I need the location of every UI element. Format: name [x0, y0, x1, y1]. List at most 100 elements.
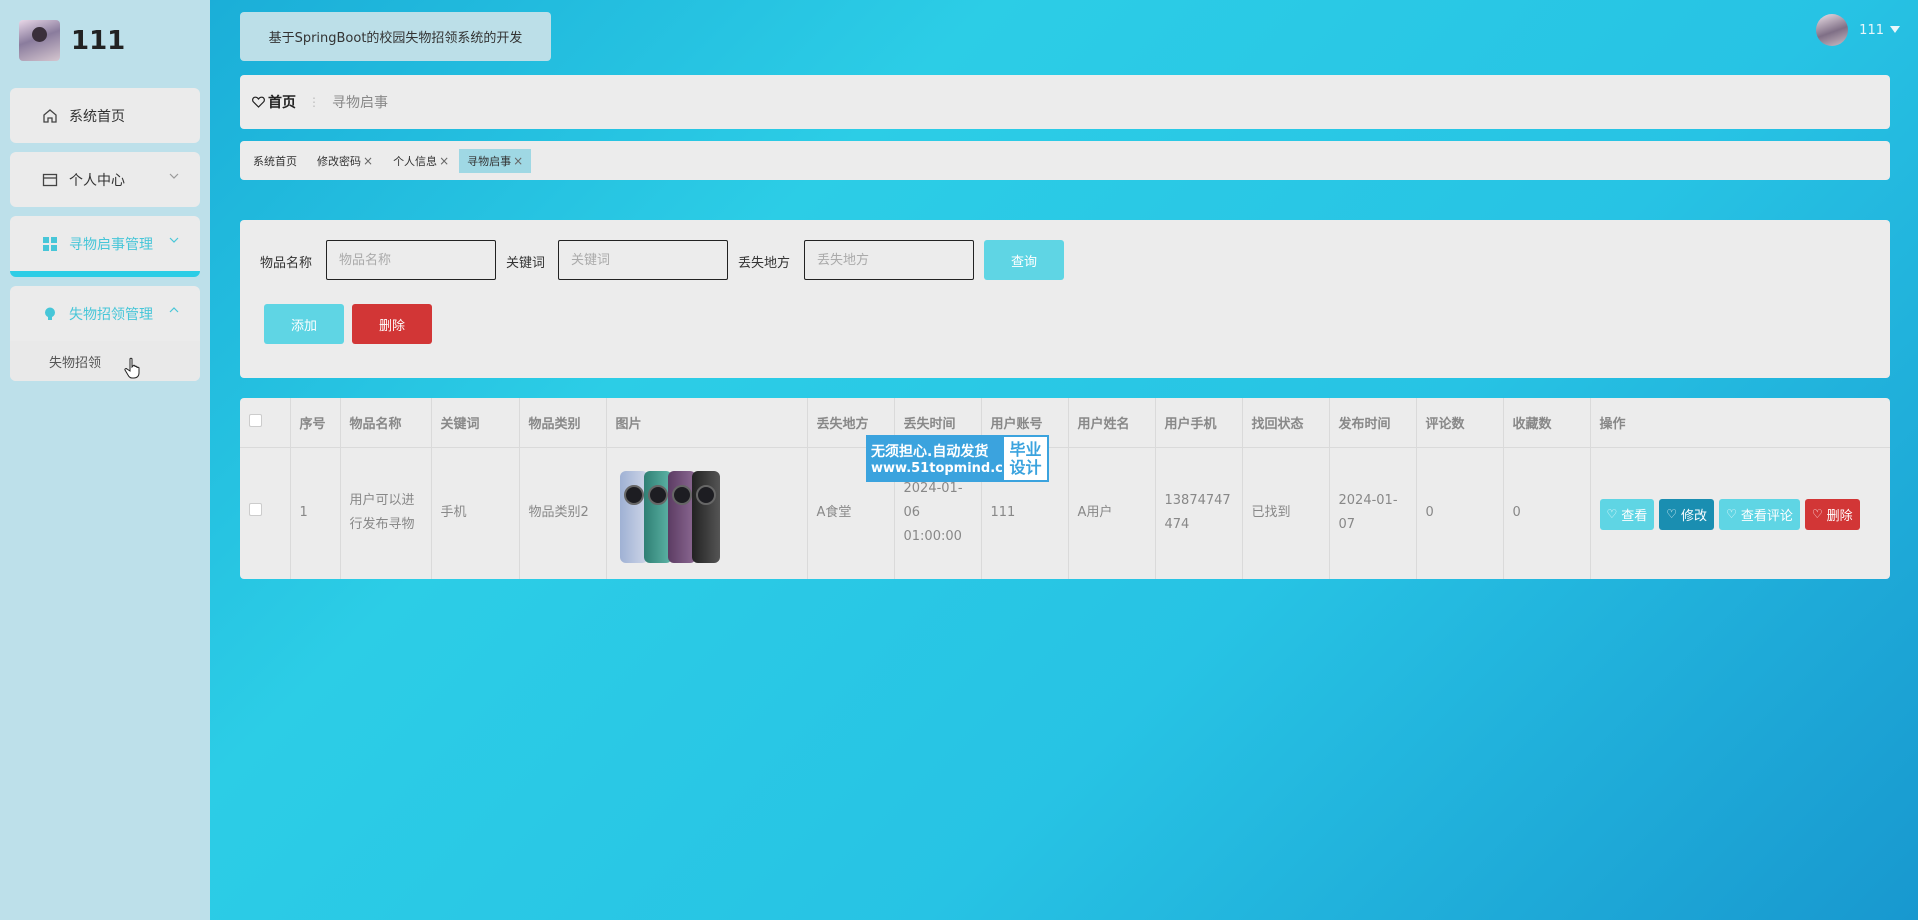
tag-bar: 系统首页 修改密码 × 个人信息 × 寻物启事 ×	[240, 141, 1890, 180]
chevron-down-icon	[168, 234, 180, 246]
cell-user-name: A用户	[1068, 447, 1156, 579]
row-select-cell	[240, 447, 291, 579]
heart-icon: ♡	[1666, 507, 1678, 522]
data-table: 序号 物品名称 关键词 物品类别 图片 丢失地方 丢失时间 用户账号 用户姓名 …	[240, 398, 1890, 579]
item-image[interactable]	[616, 463, 726, 567]
hand-cursor-icon	[124, 357, 142, 383]
view-comments-button-label: 查看评论	[1740, 508, 1793, 524]
lost-place-label: 丢失地方	[738, 256, 791, 271]
table-header-row: 序号 物品名称 关键词 物品类别 图片 丢失地方 丢失时间 用户账号 用户姓名 …	[240, 398, 1890, 448]
cell-publish-time: 2024-01-07	[1329, 447, 1417, 579]
brand-title: 111	[71, 25, 126, 56]
cell-category: 物品类别2	[519, 447, 607, 579]
chevron-down-icon	[168, 170, 180, 182]
lost-place-input[interactable]	[804, 240, 974, 280]
breadcrumb-home[interactable]: 首页	[252, 92, 296, 112]
breadcrumb-home-label: 首页	[268, 95, 296, 111]
chevron-up-icon	[168, 304, 180, 316]
sidebar-item-label: 个人中心	[69, 172, 125, 189]
sidebar-item-found-manage[interactable]: 失物招领管理 失物招领	[10, 286, 200, 381]
select-all-checkbox[interactable]	[249, 413, 262, 427]
system-title: 基于SpringBoot的校园失物招领系统的开发	[240, 12, 551, 61]
sidebar-item-label: 系统首页	[69, 108, 125, 125]
table-row: 1 用户可以进行发布寻物 手机 物品类别2 A食堂 2024-01-06 01:…	[240, 447, 1890, 579]
sidebar: 111 系统首页 个人中心 寻物启事管理 失物招领管理 失物招领	[0, 0, 210, 920]
cell-comments: 0	[1416, 447, 1504, 579]
column-header: 序号	[290, 398, 341, 448]
column-header: 图片	[606, 398, 808, 448]
tag-change-password[interactable]: 修改密码 ×	[317, 149, 373, 173]
cell-index: 1	[290, 447, 341, 579]
column-header: 操作	[1590, 398, 1890, 448]
column-header: 物品名称	[340, 398, 432, 448]
sidebar-subitem-found[interactable]: 失物招领	[10, 341, 200, 381]
view-comments-button[interactable]: ♡ 查看评论	[1719, 498, 1800, 530]
username: 111	[1859, 22, 1884, 38]
heart-icon: ♡	[1606, 507, 1618, 522]
heart-icon	[252, 96, 265, 108]
grid-icon	[41, 235, 59, 253]
tag-label: 修改密码	[317, 154, 361, 168]
sidebar-item-label: 失物招领管理	[69, 306, 153, 323]
column-header: 发布时间	[1329, 398, 1417, 448]
item-name-input[interactable]	[326, 240, 496, 280]
sidebar-item-home[interactable]: 系统首页	[10, 88, 200, 143]
delete-button[interactable]: ♡ 删除	[1804, 498, 1860, 530]
watermark-badge-top: 毕业	[1009, 439, 1042, 459]
column-header: 用户姓名	[1068, 398, 1156, 448]
view-button[interactable]: ♡ 查看	[1599, 498, 1655, 530]
brand: 111	[19, 20, 125, 61]
query-button[interactable]: 查询	[984, 240, 1064, 280]
sidebar-menu: 系统首页 个人中心 寻物启事管理 失物招领管理 失物招领	[10, 88, 200, 390]
edit-button-label: 修改	[1681, 508, 1708, 524]
breadcrumb-separator-icon: ⋮	[308, 95, 320, 109]
sidebar-item-profile[interactable]: 个人中心	[10, 152, 200, 207]
bulb-icon	[41, 305, 59, 323]
watermark-line1: 无须担心.自动发货	[871, 444, 989, 460]
breadcrumb: 首页 ⋮ 寻物启事	[240, 75, 1890, 129]
tag-label: 个人信息	[393, 154, 438, 168]
brand-avatar	[19, 20, 60, 61]
tag-home[interactable]: 系统首页	[253, 149, 297, 173]
column-header: 物品类别	[519, 398, 607, 448]
cell-favorites: 0	[1503, 447, 1591, 579]
cell-item-name: 用户可以进行发布寻物	[340, 447, 432, 579]
batch-delete-button[interactable]: 删除	[352, 304, 432, 344]
select-all-cell	[240, 398, 291, 448]
keyword-input[interactable]	[558, 240, 728, 280]
tag-lost-notice[interactable]: 寻物启事 ×	[459, 148, 532, 173]
cell-keyword: 手机	[431, 447, 520, 579]
column-header: 关键词	[431, 398, 520, 448]
add-button[interactable]: 添加	[264, 304, 344, 344]
close-icon[interactable]: ×	[363, 154, 373, 168]
cell-status: 已找到	[1242, 447, 1330, 579]
column-header: 收藏数	[1503, 398, 1591, 448]
column-header: 用户手机	[1155, 398, 1243, 448]
sidebar-item-lost-notice-manage[interactable]: 寻物启事管理	[10, 216, 200, 277]
sidebar-item-label: 寻物启事管理	[69, 236, 153, 253]
row-checkbox[interactable]	[249, 503, 262, 517]
caret-down-icon	[1890, 23, 1900, 38]
avatar	[1816, 14, 1849, 46]
heart-icon: ♡	[1811, 507, 1823, 522]
watermark-badge: 无须担心.自动发货 www.51topmind.com 毕业 设计	[866, 435, 1049, 482]
breadcrumb-current: 寻物启事	[332, 95, 388, 111]
keyword-label: 关键词	[506, 256, 546, 271]
tag-label: 寻物启事	[467, 154, 512, 168]
cell-phone: 13874747474	[1155, 447, 1243, 579]
delete-button-label: 删除	[1826, 508, 1853, 524]
item-name-label: 物品名称	[260, 256, 313, 271]
card-icon	[41, 171, 59, 189]
search-panel: 物品名称 关键词 丢失地方 查询 添加 删除	[240, 220, 1890, 378]
heart-icon: ♡	[1726, 507, 1737, 522]
column-header: 评论数	[1416, 398, 1504, 448]
watermark-line2: www.51topmind.com	[871, 461, 1026, 476]
tag-profile[interactable]: 个人信息 ×	[393, 149, 449, 173]
watermark-badge-bottom: 设计	[1009, 457, 1042, 477]
user-menu[interactable]: 111	[1816, 14, 1900, 46]
close-icon[interactable]: ×	[513, 154, 523, 168]
cell-ops: ♡ 查看 ♡ 修改 ♡ 查看评论 ♡ 删除	[1590, 447, 1890, 579]
close-icon[interactable]: ×	[439, 154, 449, 168]
cell-image	[606, 447, 808, 579]
edit-button[interactable]: ♡ 修改	[1659, 498, 1715, 530]
